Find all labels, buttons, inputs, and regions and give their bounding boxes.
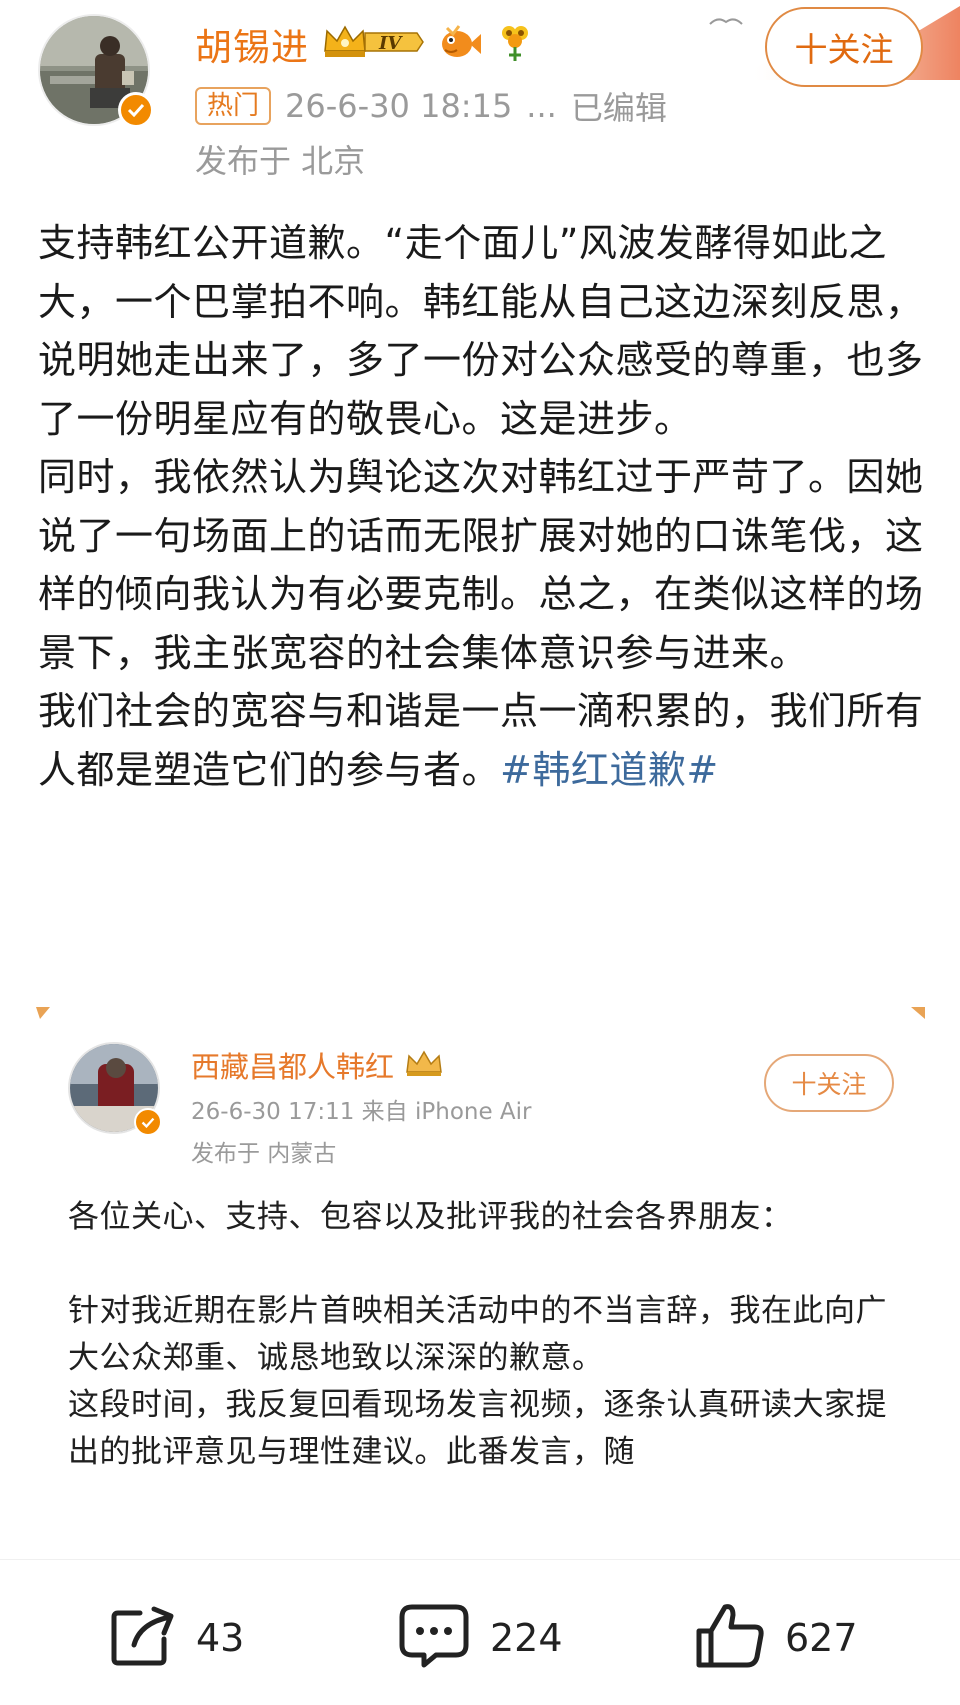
quoted-verified-icon bbox=[134, 1108, 162, 1136]
post-body: 支持韩红公开道歉。“走个面儿”风波发酵得如此之大，一个巴掌拍不响。韩红能从自己这… bbox=[38, 214, 928, 799]
more-menu[interactable]: ... bbox=[526, 87, 557, 125]
action-bar: 43 224 627 bbox=[0, 1559, 960, 1705]
quoted-paragraph-2: 针对我近期在影片首映相关活动中的不当言辞，我在此向广大公众郑重、诚恳地致以深深的… bbox=[68, 1293, 887, 1376]
level-badge-text: IV bbox=[378, 33, 403, 54]
crown-level-icon[interactable]: IV bbox=[321, 21, 425, 67]
quoted-meta: 26-6-30 17:11 来自 iPhone Air bbox=[191, 1099, 532, 1125]
quoted-name-row: 西藏昌都人韩红 bbox=[191, 1044, 444, 1086]
post-paragraph-3-text: 我们社会的宽容与和谐是一点一滴积累的，我们所有人都是塑造它们的参与者。 bbox=[38, 689, 924, 792]
quoted-top-edge bbox=[36, 1004, 925, 1019]
verified-badge-icon bbox=[118, 92, 154, 128]
author-avatar[interactable] bbox=[38, 14, 156, 132]
quoted-paragraph-1: 各位关心、支持、包容以及批评我的社会各界朋友： bbox=[68, 1199, 793, 1235]
post-timestamp: 26-6-30 18:15 bbox=[285, 87, 513, 125]
hashtag-link[interactable]: #韩红道歉# bbox=[500, 748, 719, 792]
hot-badge: 热门 bbox=[195, 87, 272, 125]
author-name[interactable]: 胡锡进 bbox=[195, 17, 309, 71]
post-location: 发布于 北京 bbox=[195, 142, 366, 180]
post-paragraph-2: 同时，我依然认为舆论这次对韩红过于严苛了。因她说了一句场面上的话而无限扩展对她的… bbox=[38, 455, 924, 675]
post-paragraph-1: 支持韩红公开道歉。“走个面儿”风波发酵得如此之大，一个巴掌拍不响。韩红能从自己这… bbox=[38, 221, 924, 441]
quoted-follow-label: 十关注 bbox=[791, 1070, 867, 1099]
quoted-follow-button: 十关注 bbox=[764, 1054, 894, 1112]
quoted-paragraph-gap bbox=[68, 1241, 898, 1288]
quoted-crown-icon bbox=[404, 1048, 444, 1082]
author-name-row: 胡锡进 IV bbox=[195, 14, 535, 74]
share-icon bbox=[110, 1605, 176, 1671]
like-count: 627 bbox=[785, 1616, 858, 1660]
post-meta-row: 热门 26-6-30 18:15 ... 已编辑 bbox=[195, 84, 667, 128]
repost-count: 43 bbox=[196, 1616, 245, 1660]
follow-button[interactable]: 十关注 bbox=[765, 7, 923, 87]
flower-icon bbox=[495, 21, 535, 67]
quoted-paragraph-3: 这段时间，我反复回看现场发言视频，逐条认真研读大家提出的批评意见与理性建议。此番… bbox=[68, 1387, 887, 1470]
thumbs-up-icon bbox=[695, 1601, 765, 1675]
repost-button[interactable]: 43 bbox=[110, 1600, 244, 1676]
post-header: 胡锡进 IV 热门 26-6-30 18:15 ... 已编辑 发布于 北京 十… bbox=[0, 0, 960, 190]
comment-button[interactable]: 224 bbox=[398, 1600, 563, 1676]
quoted-post-image[interactable]: 西藏昌都人韩红 26-6-30 17:11 来自 iPhone Air 发布于 … bbox=[36, 1004, 925, 1559]
follow-button-label: 十关注 bbox=[794, 30, 894, 69]
fish-icon bbox=[437, 22, 483, 66]
edited-label[interactable]: 已编辑 bbox=[571, 83, 667, 129]
quoted-location: 发布于 内蒙古 bbox=[191, 1141, 337, 1167]
comment-icon bbox=[398, 1603, 470, 1673]
quoted-author-name: 西藏昌都人韩红 bbox=[191, 1050, 395, 1084]
post-paragraph-3: 我们社会的宽容与和谐是一点一滴积累的，我们所有人都是塑造它们的参与者。#韩红道歉… bbox=[38, 682, 928, 799]
comment-count: 224 bbox=[490, 1616, 563, 1660]
quoted-body: 各位关心、支持、包容以及批评我的社会各界朋友： 针对我近期在影片首映相关活动中的… bbox=[68, 1194, 898, 1476]
like-button[interactable]: 627 bbox=[695, 1600, 858, 1676]
